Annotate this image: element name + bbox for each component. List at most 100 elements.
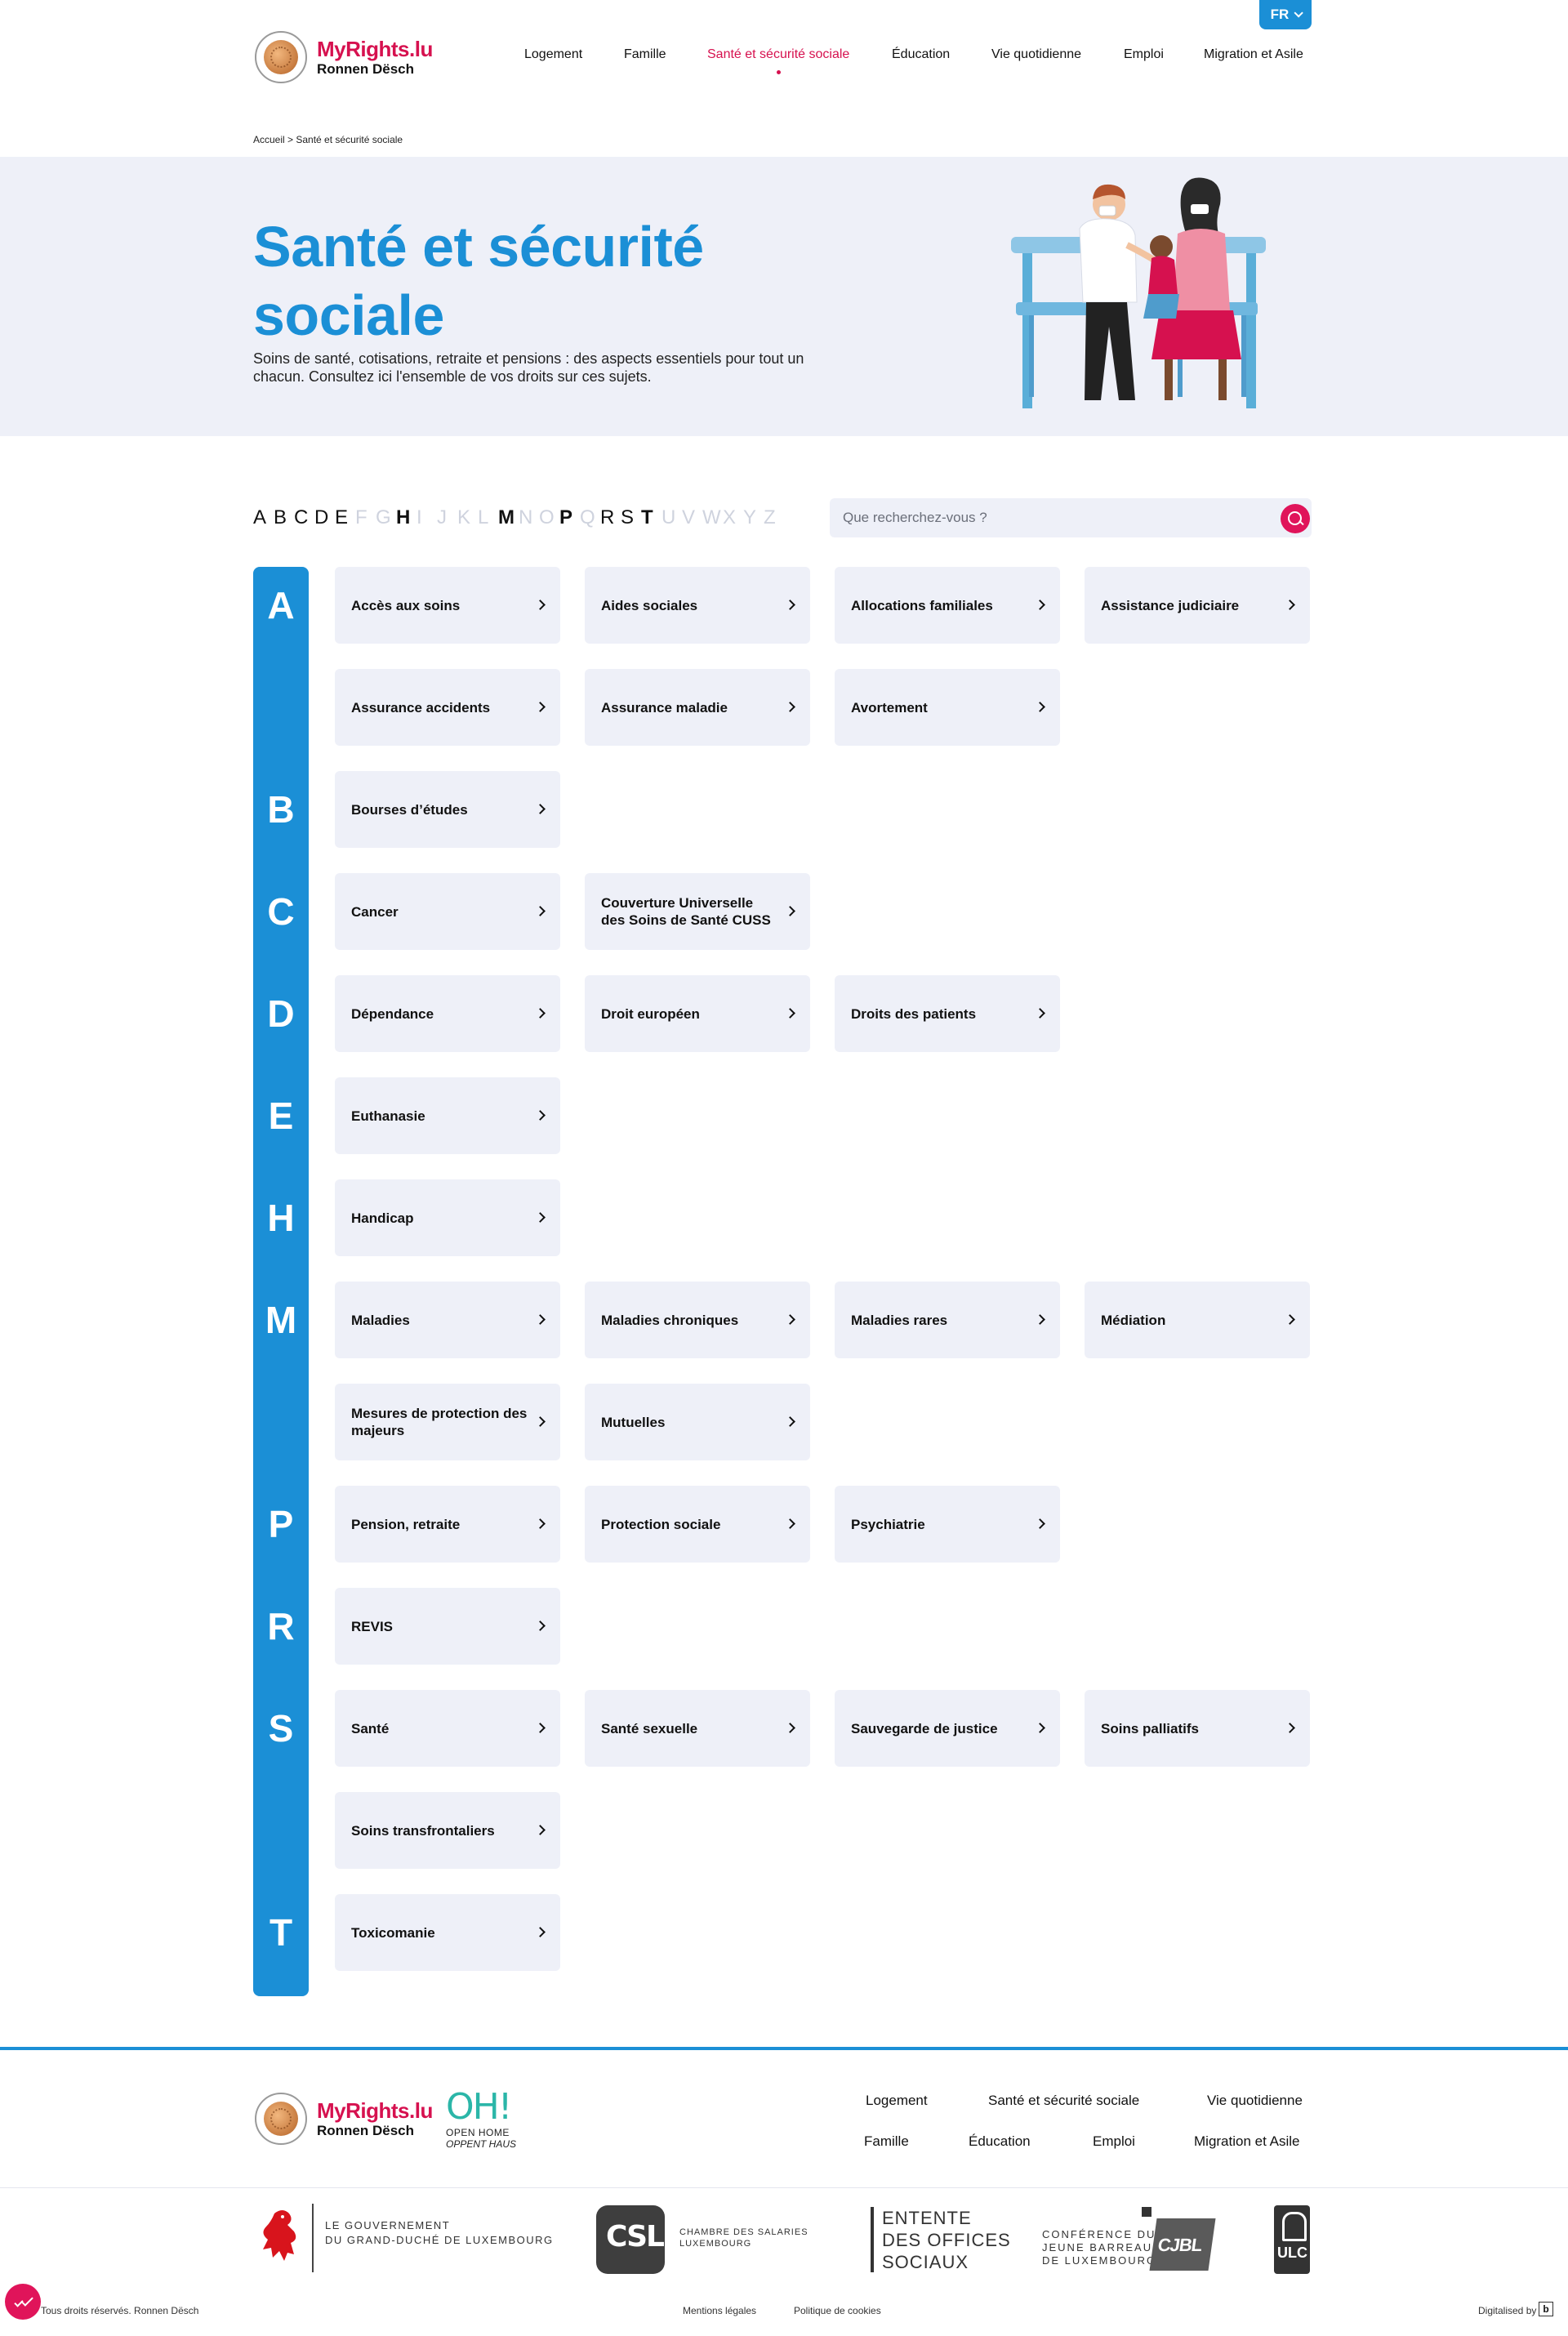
topic-card[interactable]: Soins palliatifs [1085, 1690, 1310, 1767]
footer-nav-emploi[interactable]: Emploi [1093, 2133, 1135, 2150]
letter-d[interactable]: D [314, 506, 335, 531]
letter-b[interactable]: B [274, 506, 294, 531]
letter-x: X [723, 506, 737, 528]
topic-card[interactable]: Toxicomanie [335, 1894, 560, 1971]
footer-nav-famille[interactable]: Famille [864, 2133, 909, 2150]
topic-card-label: Bourses d’études [351, 801, 468, 818]
index-letter-t: T [269, 1911, 293, 1954]
letter-f: F [355, 506, 368, 528]
csl-partner-text[interactable]: CHAMBRE DES SALARIES LUXEMBOURG [679, 2227, 808, 2249]
topic-card[interactable]: Maladies rares [835, 1282, 1060, 1358]
cjbl-logo[interactable]: CJBL [1149, 2218, 1216, 2271]
nav-item-education[interactable]: Éducation [892, 47, 950, 62]
topic-card[interactable]: Dépendance [335, 975, 560, 1052]
topic-card[interactable]: Médiation [1085, 1282, 1310, 1358]
search-input[interactable] [830, 498, 1271, 537]
topic-card-label: Accès aux soins [351, 597, 461, 613]
cookie-policy-link[interactable]: Politique de cookies [794, 2305, 881, 2316]
legal-link[interactable]: Mentions légales [683, 2305, 756, 2316]
topic-card[interactable]: Aides sociales [585, 567, 810, 644]
nav-item-vie-quotidienne[interactable]: Vie quotidienne [991, 47, 1081, 62]
footer-nav-education[interactable]: Éducation [969, 2133, 1031, 2150]
chevron-right-icon [1035, 1008, 1045, 1019]
footer-nav-logement[interactable]: Logement [866, 2093, 928, 2109]
footer-separator [0, 2187, 1568, 2188]
csl-mark: CSL [606, 2220, 665, 2254]
index-letter-a: A [267, 584, 295, 626]
topic-card[interactable]: Maladies chroniques [585, 1282, 810, 1358]
topic-card[interactable]: Santé sexuelle [585, 1690, 810, 1767]
topic-card[interactable]: Mutuelles [585, 1384, 810, 1460]
breadcrumb[interactable]: Accueil > Santé et sécurité sociale [253, 134, 403, 145]
luxembourg-lion-icon [263, 2210, 296, 2261]
topic-card[interactable]: Handicap [335, 1179, 560, 1256]
index-letter-m: M [265, 1299, 297, 1341]
index-letter-e: E [268, 1094, 294, 1137]
footer-nav-vie-quotidienne[interactable]: Vie quotidienne [1207, 2093, 1303, 2109]
letter-k: K [457, 506, 471, 528]
nav-item-famille[interactable]: Famille [624, 47, 666, 62]
nav-item-emploi[interactable]: Emploi [1124, 47, 1164, 62]
main-nav: Logement Famille Santé et sécurité socia… [0, 47, 1568, 74]
topic-card[interactable]: Bourses d’études [335, 771, 560, 848]
topic-card-label: Avortement [851, 699, 928, 716]
topic-card[interactable]: Protection sociale [585, 1486, 810, 1563]
topic-card[interactable]: Maladies [335, 1282, 560, 1358]
topic-card-label: Santé sexuelle [601, 1720, 698, 1736]
topic-card[interactable]: Soins transfrontaliers [335, 1792, 560, 1869]
language-switcher[interactable]: FR [1259, 0, 1312, 29]
topic-card[interactable]: Assurance maladie [585, 669, 810, 746]
hero-banner [0, 157, 1568, 436]
letter-s[interactable]: S [621, 506, 641, 531]
letter-c[interactable]: C [294, 506, 314, 531]
letter-e[interactable]: E [335, 506, 355, 531]
letter-t[interactable]: T [641, 506, 662, 531]
topic-card[interactable]: Santé [335, 1690, 560, 1767]
nav-item-sante[interactable]: Santé et sécurité sociale [707, 47, 849, 74]
gov-partner-text[interactable]: LE GOUVERNEMENT DU GRAND-DUCHÉ DE LUXEMB… [325, 2218, 554, 2248]
open-home-logo[interactable]: OH! OPEN HOME OPPENT HAUS [446, 2088, 519, 2161]
chevron-right-icon [785, 1314, 795, 1325]
search-icon[interactable] [1281, 504, 1310, 533]
topic-card[interactable]: Assurance accidents [335, 669, 560, 746]
chevron-right-icon [1285, 1314, 1295, 1325]
agency-logo[interactable]: b [1539, 2302, 1553, 2316]
letter-r[interactable]: R [600, 506, 621, 531]
topic-card-label: Assurance accidents [351, 699, 491, 716]
topic-card[interactable]: Droits des patients [835, 975, 1060, 1052]
topic-card[interactable]: Sauvegarde de justice [835, 1690, 1060, 1767]
topic-card[interactable]: Cancer [335, 873, 560, 950]
nav-item-logement[interactable]: Logement [524, 47, 582, 62]
letter-p[interactable]: P [559, 506, 580, 531]
topic-card[interactable]: Assistance judiciaire [1085, 567, 1310, 644]
topic-card[interactable]: REVIS [335, 1588, 560, 1665]
cookie-settings-button[interactable] [5, 2284, 41, 2320]
footer-nav-sante[interactable]: Santé et sécurité sociale [988, 2093, 1139, 2109]
cjbl-partner-text[interactable]: CONFÉRENCE DU JEUNE BARREAU DE LUXEMBOUR… [1042, 2228, 1156, 2267]
topic-card-label: Maladies [351, 1312, 410, 1328]
topic-card[interactable]: Psychiatrie [835, 1486, 1060, 1563]
ulc-logo[interactable]: ULC [1274, 2205, 1310, 2274]
topic-card[interactable]: Euthanasie [335, 1077, 560, 1154]
topic-card[interactable]: Couverture Universelle des Soins de Sant… [585, 873, 810, 950]
topic-card[interactable]: Mesures de protection des majeurs [335, 1384, 560, 1460]
letter-a[interactable]: A [253, 506, 274, 531]
nav-item-migration[interactable]: Migration et Asile [1204, 47, 1303, 62]
topic-card[interactable]: Droit européen [585, 975, 810, 1052]
letter-h[interactable]: H [396, 506, 416, 531]
index-letter-p: P [268, 1503, 294, 1545]
csl-logo[interactable]: CSL [596, 2205, 665, 2274]
footer-nav-migration[interactable]: Migration et Asile [1194, 2133, 1299, 2150]
footer-logo[interactable]: MyRights.lu Ronnen Dësch [253, 2091, 433, 2147]
eos-partner-text[interactable]: ENTENTE DES OFFICES SOCIAUX [882, 2207, 1011, 2273]
letter-g: G [376, 506, 391, 528]
chevron-right-icon [535, 1723, 546, 1733]
topic-card-label: Handicap [351, 1210, 414, 1226]
topic-card-label: Droits des patients [851, 1005, 977, 1022]
topic-card[interactable]: Allocations familiales [835, 567, 1060, 644]
letter-m[interactable]: M [498, 506, 519, 531]
topic-card[interactable]: Pension, retraite [335, 1486, 560, 1563]
topic-card[interactable]: Avortement [835, 669, 1060, 746]
letter-j: J [437, 506, 447, 528]
topic-card[interactable]: Accès aux soins [335, 567, 560, 644]
